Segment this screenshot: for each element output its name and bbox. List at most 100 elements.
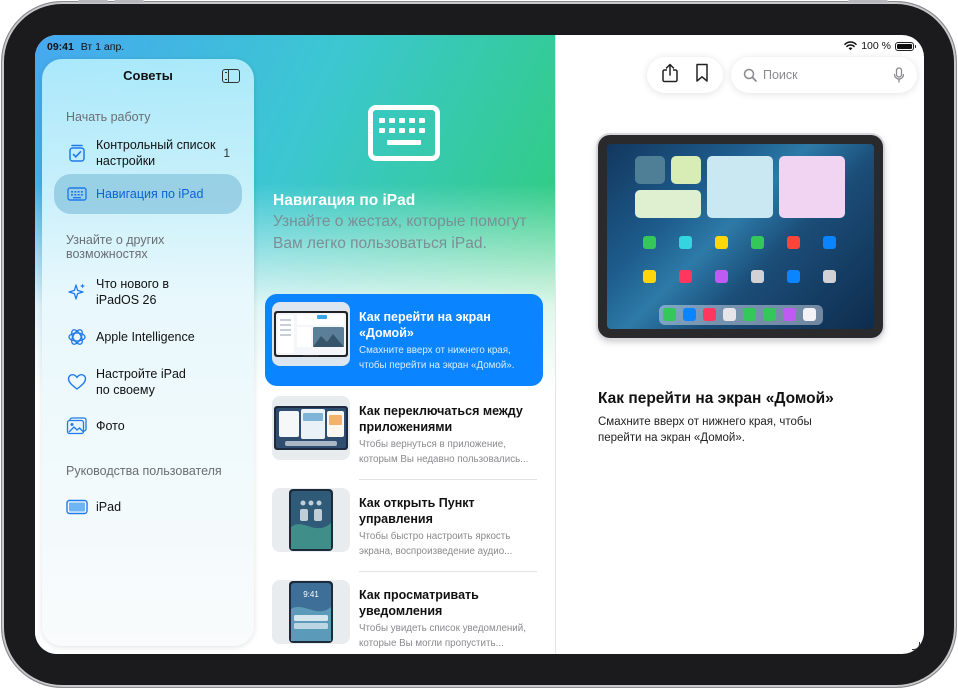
sidebar-item-ipad-guide[interactable]: iPad <box>54 495 242 519</box>
sidebar-item-photos[interactable]: Фото <box>54 414 242 438</box>
widget <box>635 156 665 184</box>
sidebar-item-ipad-navigation[interactable]: Навигация по iPad <box>54 174 242 214</box>
ipad-illustration <box>598 135 883 338</box>
sidebar-item-whats-new[interactable]: Что нового в iPadOS 26 <box>54 275 242 309</box>
volume-button <box>114 0 144 3</box>
detail-title: Как перейти на экран «Домой» <box>598 390 834 407</box>
bookmark-button[interactable] <box>695 63 709 88</box>
tip-description: Чтобы быстро настроить яркость экрана, в… <box>359 529 539 559</box>
sidebar-item-label: Контрольный список настройки <box>96 138 216 168</box>
tip-description: Чтобы увидеть список уведомлений, которы… <box>359 621 539 651</box>
app-icon <box>715 236 728 249</box>
app-icon <box>683 308 696 321</box>
app-icon <box>703 308 716 321</box>
ipad-icon <box>66 496 88 518</box>
top-button <box>848 0 888 3</box>
app-icon <box>751 236 764 249</box>
sidebar-item-label: Настройте iPad по своему <box>96 367 186 397</box>
sparkles-icon <box>66 281 88 303</box>
checklist-icon <box>66 142 88 164</box>
tip-description: Чтобы вернуться в приложение, которым Вы… <box>359 437 539 467</box>
tip-thumbnail: 9:41 <box>272 580 350 644</box>
sidebar-item-personalize[interactable]: Настройте iPad по своему <box>54 365 242 399</box>
tip-card[interactable]: Как переключаться между приложениями Что… <box>265 388 543 480</box>
tip-description: Смахните вверх от нижнего края, чтобы пе… <box>359 343 539 373</box>
keyboard-icon <box>368 105 440 161</box>
sidebar-toggle-icon[interactable] <box>222 69 240 83</box>
dock <box>659 305 823 325</box>
sidebar-item-count: 1 <box>223 146 230 160</box>
sidebar: Советы Начать работу Контрольный список … <box>42 59 254 646</box>
sidebar-item-label: Навигация по iPad <box>96 187 204 201</box>
tip-thumbnail <box>272 488 350 552</box>
battery-percent: 100 % <box>861 40 891 52</box>
status-bar-left: 09:41 Вт 1 апр. <box>47 41 124 53</box>
app-icon <box>763 308 776 321</box>
share-icon <box>662 63 678 82</box>
sidebar-item-label: Фото <box>96 419 125 433</box>
tip-card[interactable]: Как открыть Пункт управления Чтобы быстр… <box>265 480 543 572</box>
app-icon <box>679 236 692 249</box>
sidebar-item-apple-intelligence[interactable]: Apple Intelligence <box>54 325 242 349</box>
screen: 09:41 Вт 1 апр. 100 % Советы Начать рабо… <box>35 35 924 654</box>
search-icon <box>743 68 757 82</box>
tip-description-line: Чтобы вернуться в приложение, <box>359 439 506 450</box>
apple-intelligence-icon <box>66 326 88 348</box>
tip-description-line: Чтобы увидеть список уведомлений, <box>359 623 526 634</box>
app-icon <box>743 308 756 321</box>
tip-card[interactable]: 9:41 Как просматривать уведомления Чтобы… <box>265 572 543 654</box>
collection-title: Навигация по iPad <box>273 192 416 209</box>
widget <box>707 156 773 218</box>
widget <box>635 190 701 218</box>
tip-description-line: экрана, воспроизведение аудио... <box>359 546 513 557</box>
heart-icon <box>66 371 88 393</box>
wifi-icon <box>844 41 857 51</box>
tip-thumbnail <box>272 396 350 460</box>
volume-button <box>78 0 108 3</box>
section-header-start: Начать работу <box>66 110 151 124</box>
app-icon <box>803 308 816 321</box>
photos-icon <box>66 415 88 437</box>
home-screen-illustration <box>607 144 874 329</box>
status-bar-right: 100 % <box>844 40 916 52</box>
tip-description-line: Смахните вверх от нижнего края, <box>359 345 511 356</box>
section-header-discover: Узнайте о других возможностях <box>66 233 165 261</box>
app-icon <box>783 308 796 321</box>
app-icon <box>823 270 836 283</box>
sidebar-item-setup-checklist[interactable]: Контрольный список настройки 1 <box>54 136 242 170</box>
tip-description-line: которые Вы могли пропустить... <box>359 638 504 649</box>
sidebar-item-label: Apple Intelligence <box>96 330 195 344</box>
app-icon <box>823 236 836 249</box>
app-icon <box>787 236 800 249</box>
section-header-guides: Руководства пользователя <box>66 464 222 478</box>
tip-card[interactable]: Как перейти на экран «Домой» Смахните вв… <box>265 294 543 386</box>
bookmark-icon <box>696 63 708 82</box>
app-icon <box>643 270 656 283</box>
app-icon <box>643 236 656 249</box>
widget <box>779 156 845 218</box>
keyboard-icon <box>66 183 88 205</box>
search-placeholder: Поиск <box>763 68 798 82</box>
sidebar-item-label: Что нового в iPadOS 26 <box>96 277 169 307</box>
tip-title: Как открыть Пункт управления <box>359 496 475 526</box>
microphone-icon[interactable] <box>893 67 905 83</box>
battery-icon <box>895 41 916 51</box>
tip-title: Как просматривать уведомления <box>359 588 479 618</box>
tip-description-line: чтобы перейти на экран «Домой». <box>359 360 515 371</box>
app-icon <box>723 308 736 321</box>
search-field[interactable]: Поиск <box>731 57 917 93</box>
thumb-time: 9:41 <box>303 590 319 599</box>
detail-description: Смахните вверх от нижнего края, чтобы пе… <box>598 416 812 444</box>
collection-subtitle: Узнайте о жестах, которые помогут Вам ле… <box>273 213 527 252</box>
status-time: 09:41 <box>47 41 74 53</box>
sidebar-item-label: iPad <box>96 500 122 514</box>
tip-description-line: Чтобы быстро настроить яркость <box>359 531 511 542</box>
app-icon <box>751 270 764 283</box>
share-button[interactable] <box>661 63 679 88</box>
app-icon <box>663 308 676 321</box>
tip-title: Как перейти на экран «Домой» <box>359 310 491 340</box>
app-icon <box>715 270 728 283</box>
tip-description-line: которым Вы недавно пользовались... <box>359 454 529 465</box>
tip-thumbnail <box>272 302 350 366</box>
widget <box>671 156 701 184</box>
